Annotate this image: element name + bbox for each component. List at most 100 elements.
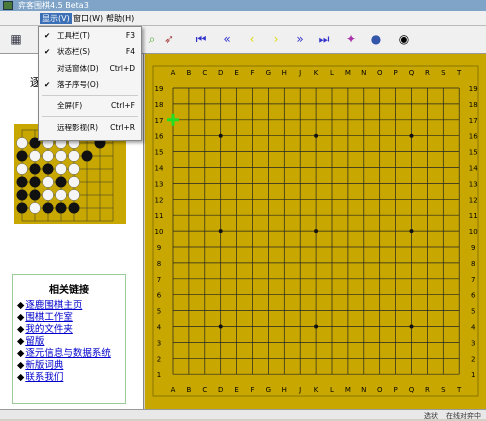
menu-item-toolbar[interactable]: ✔ 工具栏(T) F3 [39, 30, 141, 42]
col-label-bottom: O [377, 386, 383, 394]
mini-black-stone [16, 150, 28, 162]
next-icon[interactable]: › [268, 31, 284, 47]
row-label-right: 12 [469, 196, 478, 204]
row-label-left: 19 [155, 85, 164, 93]
col-label-top: G [266, 69, 271, 77]
row-label-left: 6 [157, 292, 162, 300]
next-fast-icon[interactable]: » [292, 31, 308, 47]
star-point [409, 324, 414, 329]
row-label-right: 5 [471, 308, 475, 316]
row-label-left: 5 [157, 308, 161, 316]
col-label-top: S [441, 69, 446, 77]
star-point [409, 229, 414, 234]
link-guestbook[interactable]: ◆留版 [13, 336, 125, 348]
link-dictionary[interactable]: ◆新版词典 [13, 360, 125, 372]
view-menu-dropdown: ✔ 工具栏(T) F3 ✔ 状态栏(S) F4 对话窗体(D) Ctrl+D ✔ 落子序号(… [38, 26, 142, 141]
menu-item-move-numbers[interactable]: ✔ 落子序号(O) [39, 79, 141, 91]
col-label-bottom: K [314, 386, 319, 394]
mini-white-stone [68, 163, 80, 175]
menu-help[interactable]: 帮助(H) [106, 13, 134, 24]
mini-white-stone [68, 176, 80, 188]
row-label-right: 15 [469, 149, 478, 157]
grid-icon[interactable]: ▦ [8, 31, 24, 47]
related-links-box: 相关链接 ◆逐鹿围棋主页 ◆围棋工作室 ◆我的文件夹 ◆留版 ◆逐元信息与数据系… [12, 274, 126, 404]
menu-item-dialog[interactable]: 对话窗体(D) Ctrl+D [39, 63, 141, 75]
row-label-left: 10 [155, 228, 164, 236]
window-title: 弈客围棋4.5 Beta3 [18, 1, 89, 10]
row-label-left: 3 [157, 339, 161, 347]
row-label-left: 7 [157, 276, 161, 284]
row-label-left: 17 [155, 117, 164, 125]
row-label-right: 18 [469, 101, 478, 109]
col-label-bottom: N [361, 386, 366, 394]
row-label-right: 11 [469, 212, 478, 220]
menu-separator [42, 116, 138, 117]
mini-white-stone [55, 150, 67, 162]
row-label-right: 14 [469, 165, 478, 173]
row-label-right: 9 [471, 244, 475, 252]
prev-fast-icon[interactable]: « [219, 31, 235, 47]
row-label-right: 4 [471, 324, 476, 332]
ball-icon[interactable]: ● [368, 31, 384, 47]
link-folder[interactable]: ◆我的文件夹 [13, 324, 125, 336]
row-label-right: 17 [469, 117, 478, 125]
title-bar: 弈客围棋4.5 Beta3 [0, 0, 486, 11]
status-mode: 选状 [424, 412, 438, 420]
link-studio[interactable]: ◆围棋工作室 [13, 312, 125, 324]
mini-black-stone [55, 202, 67, 214]
status-online: 在线对弈中 [446, 412, 481, 420]
row-label-left: 1 [157, 371, 161, 379]
col-label-bottom: D [218, 386, 223, 394]
link-home[interactable]: ◆逐鹿围棋主页 [13, 300, 125, 312]
mini-white-stone [16, 163, 28, 175]
mini-white-stone [68, 189, 80, 201]
col-label-bottom: S [441, 386, 446, 394]
mini-black-stone [68, 202, 80, 214]
search-icon[interactable]: ⌕ [144, 31, 160, 47]
row-label-right: 2 [471, 355, 475, 363]
col-label-bottom: L [330, 386, 334, 394]
links-title: 相关链接 [49, 285, 89, 296]
row-label-left: 2 [157, 355, 161, 363]
col-label-bottom: P [393, 386, 397, 394]
col-label-bottom: Q [409, 386, 415, 394]
mini-black-stone [42, 163, 54, 175]
row-label-left: 9 [157, 244, 161, 252]
col-label-top: M [345, 69, 351, 77]
col-label-top: O [377, 69, 383, 77]
row-label-right: 6 [471, 292, 476, 300]
menu-item-statusbar[interactable]: ✔ 状态栏(S) F4 [39, 46, 141, 58]
star-point [409, 133, 414, 138]
mini-black-stone [29, 163, 41, 175]
col-label-bottom: T [456, 386, 462, 394]
menu-item-remote[interactable]: 远程影视(R) Ctrl+R [39, 122, 141, 134]
prev-icon[interactable]: ‹ [244, 31, 260, 47]
mini-white-stone [55, 189, 67, 201]
mini-black-stone [29, 176, 41, 188]
first-icon[interactable]: ⏮ [193, 31, 209, 47]
menu-item-fullscreen[interactable]: 全屏(F) Ctrl+F [39, 100, 141, 112]
row-label-right: 16 [469, 133, 478, 141]
row-label-left: 16 [155, 133, 164, 141]
mini-white-stone [42, 150, 54, 162]
col-label-bottom: G [266, 386, 271, 394]
compass-icon[interactable]: ✦ [343, 31, 359, 47]
status-bar: 选状 在线对弈中 [0, 409, 486, 420]
col-label-top: N [361, 69, 366, 77]
mini-black-stone [55, 176, 67, 188]
menu-window[interactable]: 窗口(W) [73, 13, 103, 24]
col-label-bottom: J [298, 386, 301, 394]
menu-view[interactable]: 显示(V) [40, 13, 72, 24]
last-icon[interactable]: ⏭ [316, 31, 332, 47]
mini-white-stone [16, 137, 28, 149]
sword-icon[interactable]: ➶ [161, 31, 177, 47]
row-label-left: 11 [155, 212, 164, 220]
menu-bar: 显示(V) 窗口(W) 帮助(H) [0, 11, 486, 26]
go-board[interactable]: A A 19 19 B B 18 18 C C 17 17 D D 16 16 E E 15 15 F F 14 14 G G 13… [145, 54, 486, 409]
link-info-system[interactable]: ◆逐元信息与数据系统 [13, 348, 125, 360]
mini-black-stone [16, 202, 28, 214]
link-contact[interactable]: ◆联系我们 [13, 372, 125, 384]
go-stones-icon[interactable]: ◉ [396, 31, 412, 47]
col-label-top: K [314, 69, 319, 77]
col-label-top: Q [409, 69, 415, 77]
